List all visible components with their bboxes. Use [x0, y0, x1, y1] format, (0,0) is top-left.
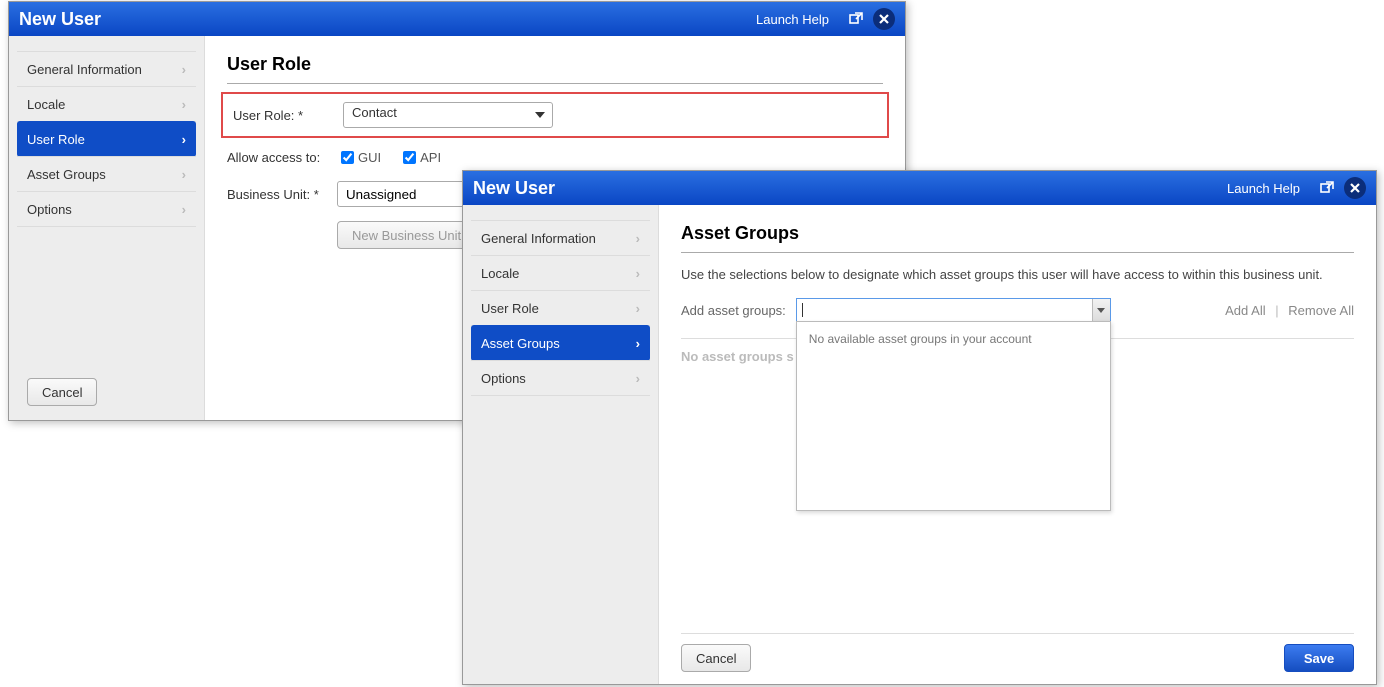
allow-access-label: Allow access to:: [227, 150, 337, 165]
launch-help-link[interactable]: Launch Help: [1227, 181, 1300, 196]
sidebar-item-user-role[interactable]: User Role ›: [17, 121, 196, 157]
dialog-asset-groups: New User Launch Help General Information…: [462, 170, 1377, 685]
sidebar-item-label: General Information: [27, 62, 142, 77]
sidebar-item-label: Options: [27, 202, 72, 217]
chevron-right-icon: ›: [182, 97, 186, 112]
api-checkbox-wrap[interactable]: API: [399, 148, 441, 167]
launch-help-link[interactable]: Launch Help: [756, 12, 829, 27]
titlebar: New User Launch Help: [463, 171, 1376, 205]
section-title: Asset Groups: [681, 223, 1354, 253]
sidebar-item-label: Locale: [27, 97, 65, 112]
remove-all-link[interactable]: Remove All: [1288, 303, 1354, 318]
sidebar-item-options[interactable]: Options ›: [17, 191, 196, 227]
chevron-right-icon: ›: [182, 62, 186, 77]
sidebar-item-label: User Role: [481, 301, 539, 316]
chevron-down-icon: [1097, 308, 1105, 313]
sidebar-item-label: Asset Groups: [27, 167, 106, 182]
chevron-right-icon: ›: [636, 231, 640, 246]
chevron-right-icon: ›: [636, 371, 640, 386]
dialog-title: New User: [19, 9, 756, 30]
sidebar-item-asset-groups[interactable]: Asset Groups ›: [471, 325, 650, 361]
chevron-right-icon: ›: [182, 132, 186, 147]
sidebar-item-locale[interactable]: Locale ›: [471, 255, 650, 291]
cancel-button[interactable]: Cancel: [681, 644, 751, 672]
chevron-right-icon: ›: [636, 336, 640, 351]
asset-groups-input[interactable]: [796, 298, 1111, 322]
popout-icon[interactable]: [845, 8, 867, 30]
dropdown-empty-message: No available asset groups in your accoun…: [809, 332, 1032, 346]
chevron-right-icon: ›: [636, 266, 640, 281]
dropdown-toggle[interactable]: [1092, 299, 1110, 321]
add-all-link[interactable]: Add All: [1225, 303, 1265, 318]
add-asset-groups-label: Add asset groups:: [681, 303, 786, 318]
sidebar-item-user-role[interactable]: User Role ›: [471, 290, 650, 326]
api-label: API: [420, 150, 441, 165]
sidebar-item-general-information[interactable]: General Information ›: [17, 51, 196, 87]
sidebar: General Information › Locale › User Role…: [463, 205, 659, 684]
dialog-title: New User: [473, 178, 1227, 199]
sidebar-item-locale[interactable]: Locale ›: [17, 86, 196, 122]
chevron-right-icon: ›: [182, 202, 186, 217]
asset-groups-actions: Add All | Remove All: [1225, 303, 1354, 318]
save-button[interactable]: Save: [1284, 644, 1354, 672]
sidebar-item-general-information[interactable]: General Information ›: [471, 220, 650, 256]
close-icon[interactable]: [1344, 177, 1366, 199]
gui-label: GUI: [358, 150, 381, 165]
chevron-right-icon: ›: [636, 301, 640, 316]
popout-icon[interactable]: [1316, 177, 1338, 199]
chevron-down-icon: [535, 112, 545, 118]
section-title: User Role: [227, 54, 883, 84]
api-checkbox[interactable]: [403, 151, 416, 164]
titlebar: New User Launch Help: [9, 2, 905, 36]
sidebar-item-options[interactable]: Options ›: [471, 360, 650, 396]
sidebar-item-label: Options: [481, 371, 526, 386]
text-cursor: [802, 303, 803, 317]
content-asset-groups: Asset Groups Use the selections below to…: [659, 205, 1376, 684]
sidebar: General Information › Locale › User Role…: [9, 36, 205, 420]
user-role-select[interactable]: Contact: [343, 102, 553, 128]
sidebar-item-asset-groups[interactable]: Asset Groups ›: [17, 156, 196, 192]
business-unit-label: Business Unit: *: [227, 187, 337, 202]
user-role-value: Contact: [352, 105, 397, 120]
sidebar-item-label: Asset Groups: [481, 336, 560, 351]
sidebar-item-label: Locale: [481, 266, 519, 281]
user-role-label: User Role: *: [233, 108, 343, 123]
user-role-highlight: User Role: * Contact: [221, 92, 889, 138]
sidebar-item-label: General Information: [481, 231, 596, 246]
section-description: Use the selections below to designate wh…: [681, 267, 1354, 282]
gui-checkbox[interactable]: [341, 151, 354, 164]
separator: |: [1275, 303, 1278, 318]
cancel-button[interactable]: Cancel: [27, 378, 97, 406]
close-icon[interactable]: [873, 8, 895, 30]
new-business-unit-button[interactable]: New Business Unit: [337, 221, 476, 249]
asset-groups-combobox[interactable]: No available asset groups in your accoun…: [796, 298, 1111, 322]
gui-checkbox-wrap[interactable]: GUI: [337, 148, 381, 167]
asset-groups-dropdown: No available asset groups in your accoun…: [796, 321, 1111, 511]
sidebar-item-label: User Role: [27, 132, 85, 147]
chevron-right-icon: ›: [182, 167, 186, 182]
